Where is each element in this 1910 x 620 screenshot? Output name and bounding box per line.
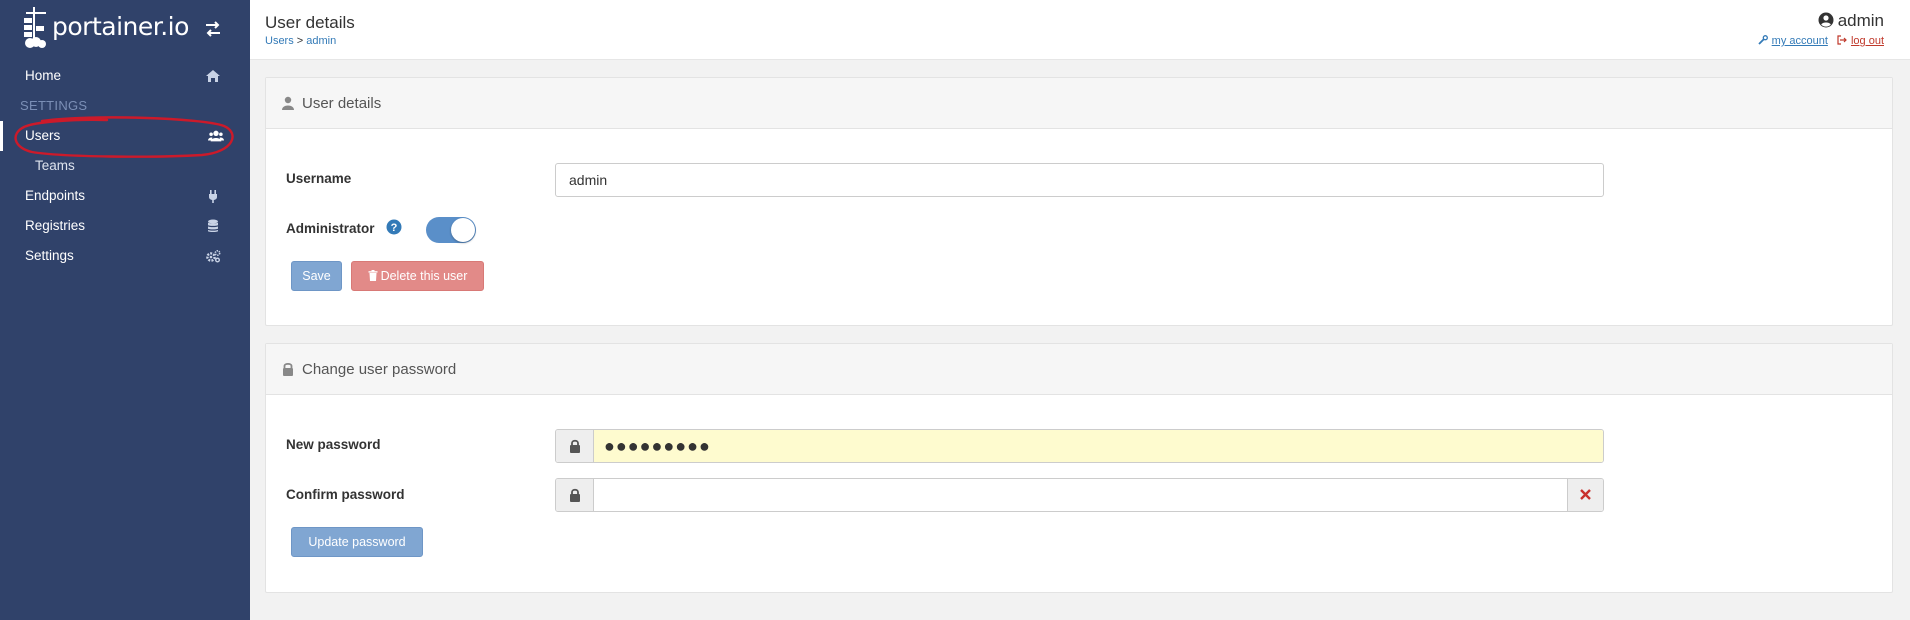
new-password-group: ●●●●●●●●● [555, 429, 1604, 463]
panel-header: Change user password [266, 344, 1892, 395]
current-user: admin [1818, 11, 1884, 31]
user-details-panel: User details Username admin Administrato… [265, 77, 1893, 326]
svg-text:?: ? [391, 222, 398, 234]
administrator-label: Administrator [286, 221, 375, 236]
sidebar-toggle-icon[interactable] [203, 19, 223, 39]
sidebar-item-home[interactable]: Home [0, 61, 250, 91]
sidebar-item-registries[interactable]: Registries [0, 211, 250, 241]
user-links: my account log out [1758, 35, 1884, 47]
confirm-password-label: Confirm password [286, 487, 405, 502]
username-input[interactable]: admin [555, 163, 1604, 197]
log-out-link[interactable]: log out [1851, 35, 1884, 47]
administrator-toggle[interactable] [426, 217, 476, 243]
panel-header: User details [266, 78, 1892, 129]
sidebar-section-settings: SETTINGS [20, 98, 88, 113]
current-username: admin [1837, 11, 1884, 30]
sign-out-icon [1837, 35, 1847, 45]
lock-icon [283, 363, 293, 376]
password-mismatch-addon [1567, 479, 1603, 511]
sidebar-item-endpoints[interactable]: Endpoints [0, 181, 250, 211]
breadcrumb-users-link[interactable]: Users [265, 35, 294, 47]
breadcrumb: Users > admin [265, 35, 336, 47]
confirm-password-lock-addon [556, 479, 594, 511]
lock-icon [570, 439, 580, 453]
sidebar-item-label: Registries [25, 218, 86, 233]
breadcrumb-current[interactable]: admin [306, 35, 336, 47]
times-icon [1580, 489, 1591, 500]
user-circle-icon [1818, 12, 1834, 28]
panel-title: Change user password [302, 361, 457, 378]
confirm-password-input[interactable] [594, 479, 1567, 511]
delete-user-label: Delete this user [380, 269, 468, 283]
breadcrumb-separator: > [293, 35, 307, 47]
my-account-link[interactable]: my account [1772, 35, 1828, 47]
save-button[interactable]: Save [291, 261, 342, 291]
sidebar-item-label: Teams [35, 158, 75, 173]
panel-title: User details [302, 95, 382, 112]
portainer-logo-icon [24, 7, 46, 48]
sidebar-item-label: Settings [25, 248, 74, 263]
wrench-icon [1758, 35, 1768, 45]
update-password-button[interactable]: Update password [291, 527, 423, 557]
toggle-knob [451, 218, 475, 242]
sidebar-item-label: Home [25, 68, 62, 83]
cogs-icon [206, 249, 221, 263]
database-icon [208, 219, 218, 233]
trash-icon [368, 270, 378, 281]
question-circle-icon[interactable]: ? [386, 219, 402, 235]
brand-name[interactable]: portainer.io [52, 12, 189, 41]
sidebar: portainer.io Home SETTINGS Users Teams E… [0, 0, 250, 620]
username-label: Username [286, 171, 352, 186]
delete-user-button[interactable]: Delete this user [351, 261, 484, 291]
lock-icon [570, 488, 580, 502]
confirm-password-group [555, 478, 1604, 512]
new-password-input[interactable]: ●●●●●●●●● [594, 430, 1603, 462]
sidebar-item-settings[interactable]: Settings [0, 241, 250, 271]
annotation-circle [14, 116, 234, 158]
plug-icon [209, 190, 217, 203]
top-bar: User details Users > admin admin my acco… [250, 0, 1910, 60]
sidebar-item-label: Endpoints [25, 188, 86, 203]
change-password-panel: Change user password New password ●●●●●●… [265, 343, 1893, 593]
new-password-lock-addon [556, 430, 594, 462]
home-icon [206, 70, 220, 82]
brand: portainer.io [0, 0, 250, 56]
page-title: User details [265, 13, 355, 32]
new-password-label: New password [286, 437, 381, 452]
user-icon [282, 96, 294, 110]
